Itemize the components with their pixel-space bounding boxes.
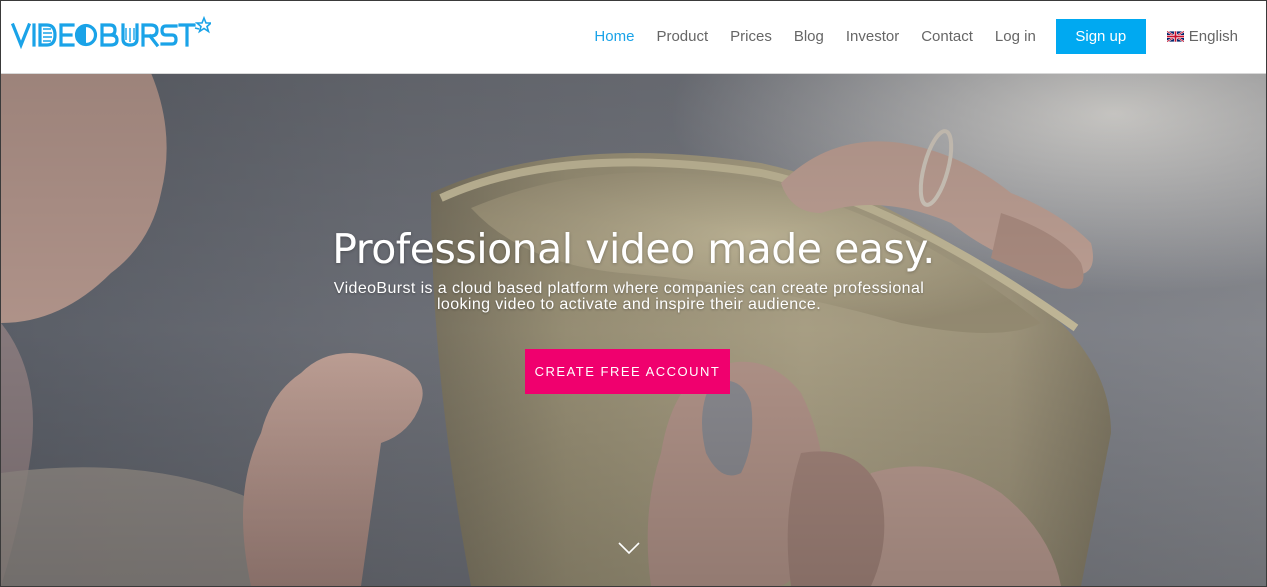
nav-product[interactable]: Product	[656, 28, 708, 45]
language-selector[interactable]: English	[1166, 27, 1238, 45]
site-header: Home Product Prices Blog Investor Contac…	[1, 1, 1266, 74]
hero-subtitle: VideoBurst is a cloud based platform whe…	[311, 281, 947, 313]
hero-title: Professional video made easy.	[332, 225, 935, 273]
language-label: English	[1188, 27, 1238, 45]
nav-blog[interactable]: Blog	[794, 28, 824, 45]
create-free-account-button[interactable]: CREATE FREE ACCOUNT	[525, 349, 730, 394]
hero-subtitle-line-2: looking video to activate and inspire th…	[436, 296, 822, 313]
signup-button[interactable]: Sign up	[1055, 18, 1146, 54]
main-navigation: Home Product Prices Blog Investor Contac…	[594, 1, 1266, 71]
nav-login[interactable]: Log in	[995, 28, 1036, 45]
videoburst-logo[interactable]	[11, 16, 211, 52]
nav-investor[interactable]: Investor	[846, 28, 899, 45]
uk-flag-icon	[1166, 30, 1184, 42]
nav-contact[interactable]: Contact	[921, 28, 973, 45]
chevron-down-icon[interactable]	[618, 541, 640, 555]
nav-home[interactable]: Home	[594, 28, 634, 45]
hero-section: Professional video made easy. VideoBurst…	[1, 73, 1266, 586]
browser-viewport: Home Product Prices Blog Investor Contac…	[0, 0, 1267, 587]
hero-background-image	[1, 73, 1266, 586]
hero-subtitle-line-1: VideoBurst is a cloud based platform whe…	[333, 280, 925, 297]
nav-prices[interactable]: Prices	[730, 28, 772, 45]
logo-graphic	[11, 16, 211, 50]
